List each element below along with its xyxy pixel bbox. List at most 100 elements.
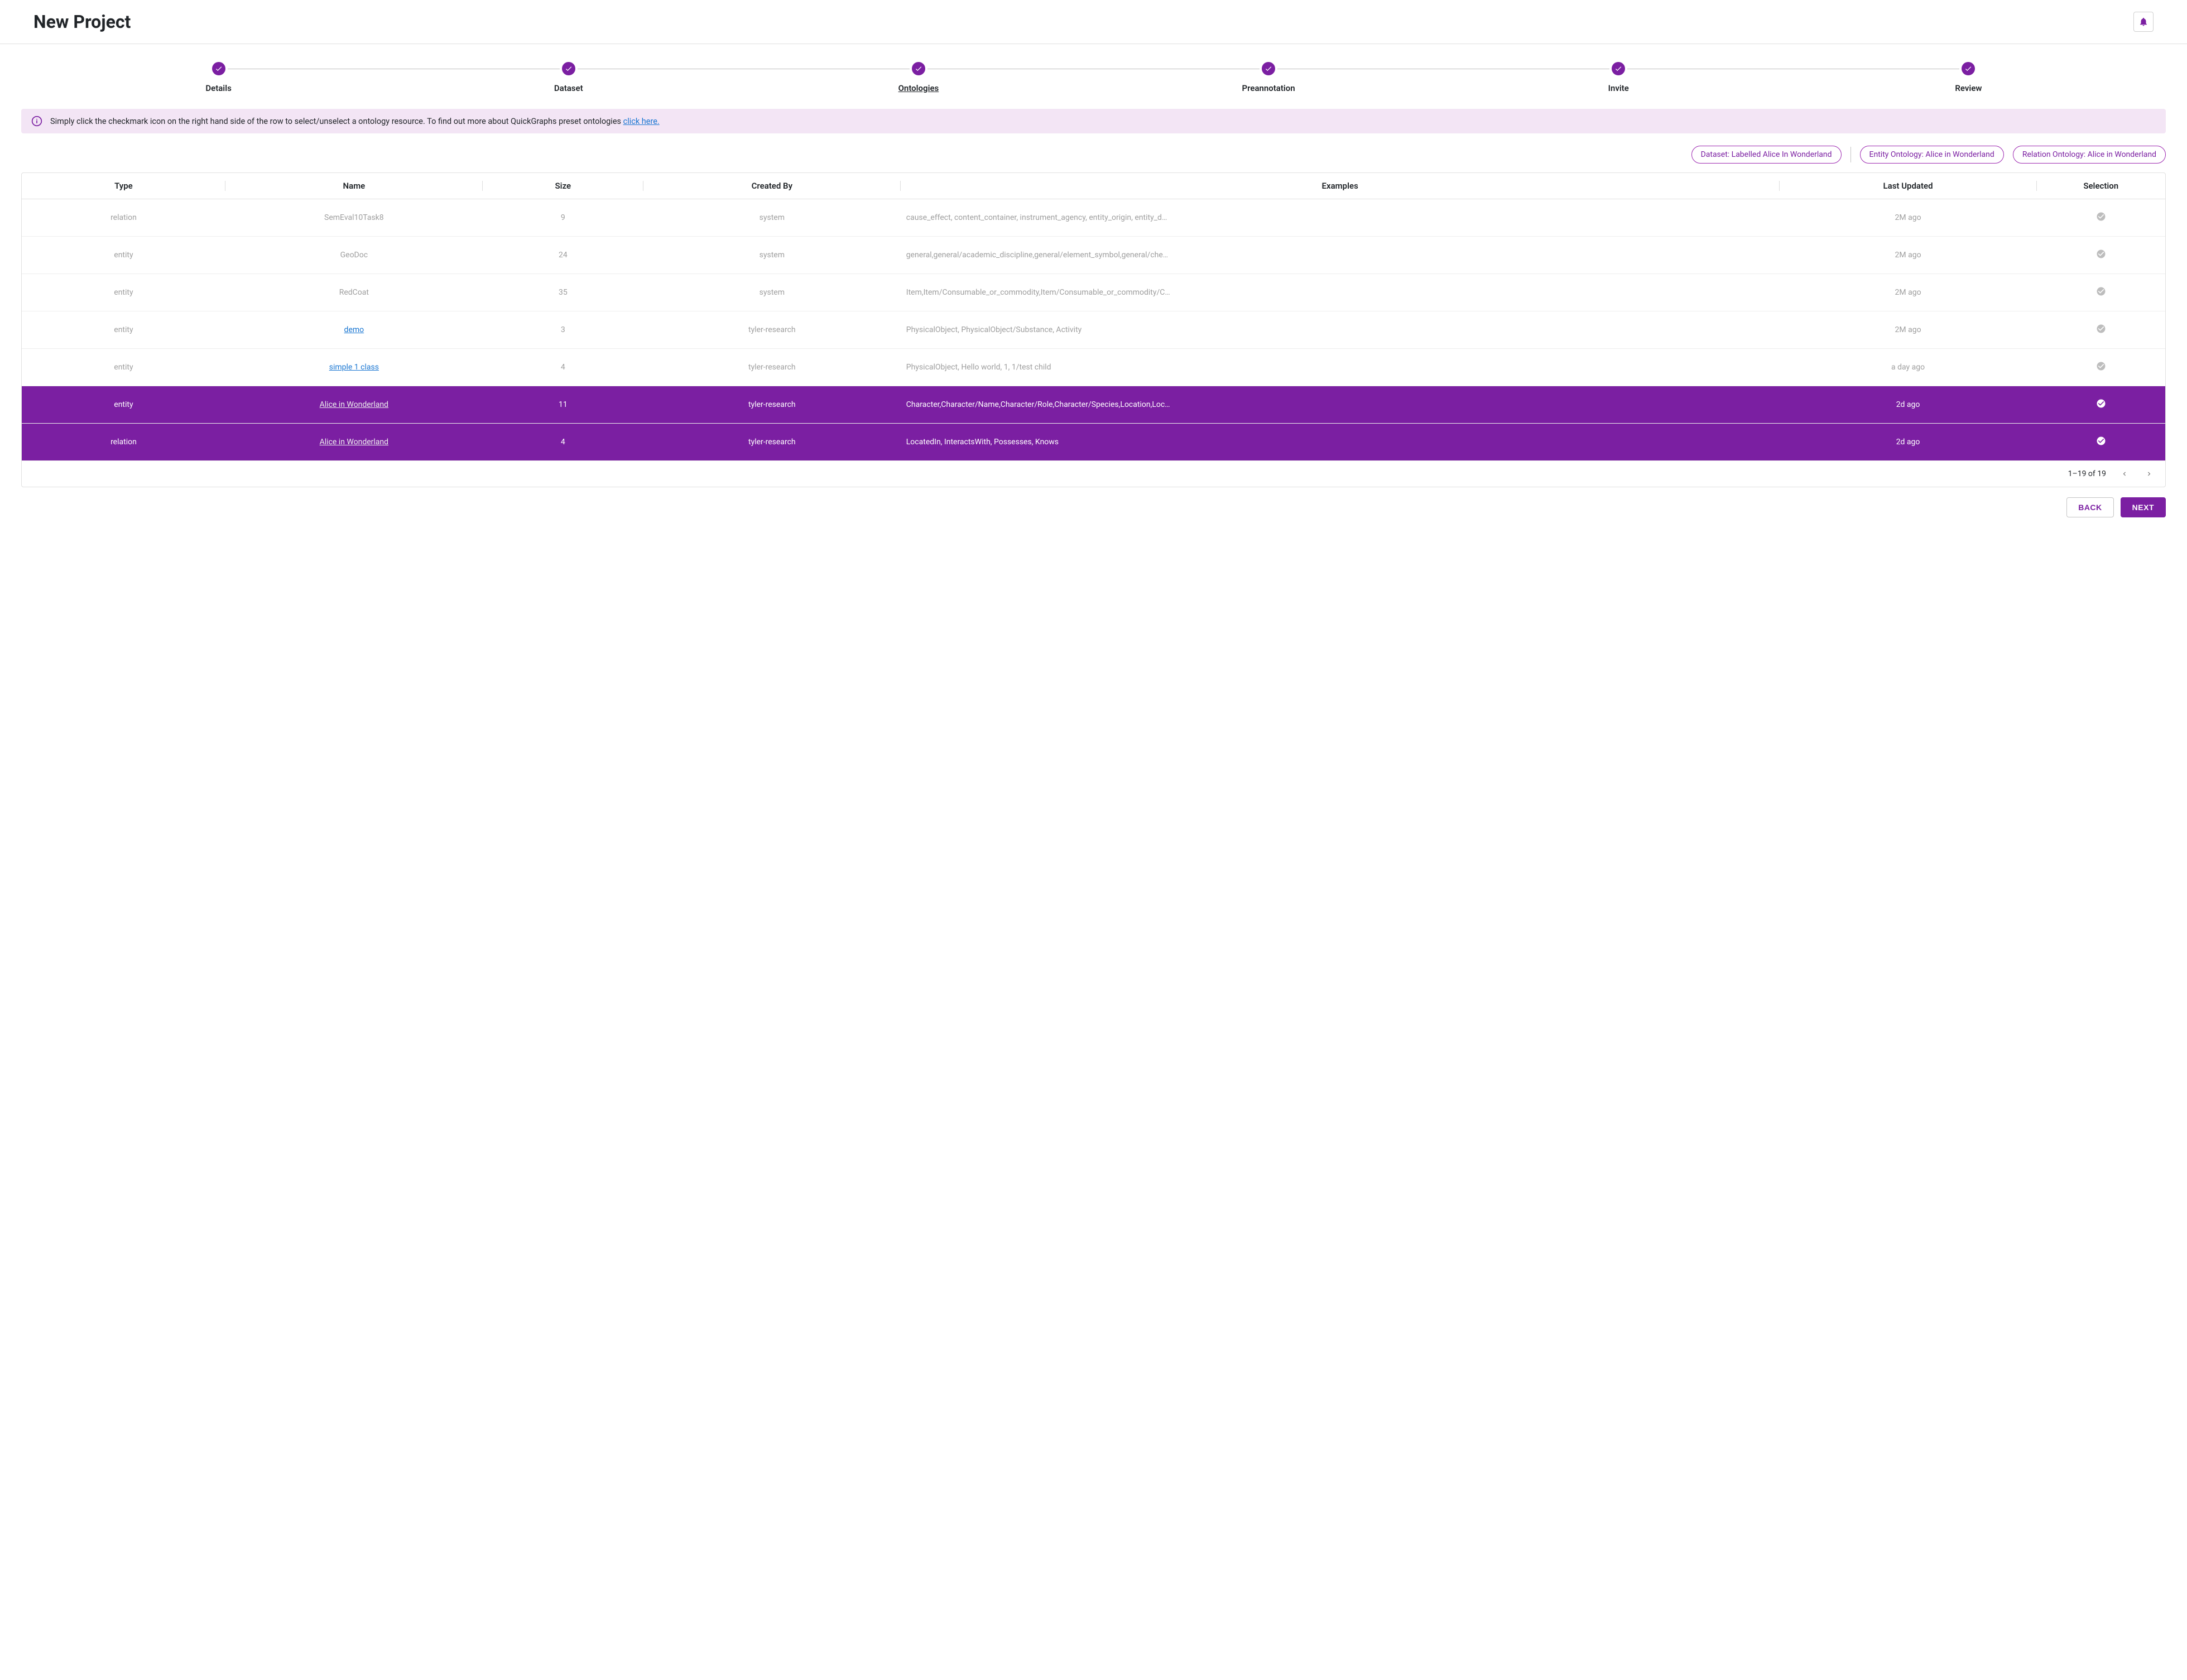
- row-examples: Item,Item/Consumable_or_commodity,Item/C…: [901, 274, 1780, 311]
- chip-relation-ontology[interactable]: Relation Ontology: Alice in Wonderland: [2013, 146, 2166, 164]
- row-name: simple 1 class: [225, 349, 483, 386]
- table-row: relationSemEval10Task89systemcause_effec…: [22, 199, 2165, 237]
- col-examples[interactable]: Examples: [901, 173, 1780, 199]
- bell-icon: [2138, 17, 2148, 27]
- step-details[interactable]: Details: [44, 62, 393, 93]
- row-created-by: system: [643, 274, 901, 311]
- pagination-prev[interactable]: [2118, 468, 2131, 480]
- row-examples: LocatedIn, InteractsWith, Possesses, Kno…: [901, 424, 1780, 461]
- row-selection: [2037, 274, 2166, 311]
- check-icon: [215, 65, 223, 73]
- row-size: 35: [483, 274, 643, 311]
- row-selection: [2037, 386, 2166, 424]
- table-row: relation Alice in Wonderland 4tyler-resear…: [22, 424, 2165, 461]
- select-toggle[interactable]: [2096, 212, 2106, 222]
- info-banner: Simply click the checkmark icon on the r…: [21, 109, 2166, 133]
- row-name-link[interactable]: Alice in Wonderland: [320, 400, 388, 409]
- row-last-updated: 2M ago: [1780, 199, 2037, 237]
- row-name-link[interactable]: Alice in Wonderland: [320, 438, 388, 447]
- chevron-left-icon: [2121, 470, 2128, 478]
- row-type: entity: [22, 386, 225, 424]
- row-examples: Character,Character/Name,Character/Role,…: [901, 386, 1780, 424]
- step-ontologies[interactable]: Ontologies: [743, 62, 1093, 93]
- stepper: Details Dataset Ontologies Preannotation Inv…: [44, 62, 2143, 93]
- next-button[interactable]: NEXT: [2121, 497, 2166, 517]
- col-size[interactable]: Size: [483, 173, 643, 199]
- col-selection[interactable]: Selection: [2037, 173, 2166, 199]
- col-type[interactable]: Type: [22, 173, 225, 199]
- notifications-button[interactable]: [2133, 12, 2154, 32]
- col-created-by[interactable]: Created By: [643, 173, 901, 199]
- check-icon: [565, 65, 573, 73]
- step-circle: [912, 62, 925, 75]
- step-dataset[interactable]: Dataset: [393, 62, 743, 93]
- row-created-by: tyler-research: [643, 424, 901, 461]
- select-toggle[interactable]: [2096, 249, 2106, 259]
- chip-entity-ontology[interactable]: Entity Ontology: Alice in Wonderland: [1860, 146, 2004, 164]
- row-name: demo: [225, 311, 483, 349]
- table-row: entityGeoDoc24systemgeneral,general/acad…: [22, 237, 2165, 274]
- row-created-by: system: [643, 199, 901, 237]
- step-circle: [562, 62, 575, 75]
- row-name: Alice in Wonderland: [225, 386, 483, 424]
- row-name-link[interactable]: demo: [344, 325, 364, 334]
- row-name: GeoDoc: [225, 237, 483, 274]
- row-size: 11: [483, 386, 643, 424]
- row-last-updated: 2d ago: [1780, 386, 2037, 424]
- table-row: entity demo 3tyler-researchPhysicalObject,…: [22, 311, 2165, 349]
- row-selection: [2037, 424, 2166, 461]
- row-created-by: tyler-research: [643, 349, 901, 386]
- info-text: Simply click the checkmark icon on the r…: [50, 117, 623, 126]
- row-size: 24: [483, 237, 643, 274]
- col-name[interactable]: Name: [225, 173, 483, 199]
- step-label: Preannotation: [1242, 83, 1295, 93]
- row-type: relation: [22, 424, 225, 461]
- row-examples: PhysicalObject, Hello world, 1, 1/test c…: [901, 349, 1780, 386]
- row-size: 3: [483, 311, 643, 349]
- page-title: New Project: [33, 11, 131, 32]
- back-button[interactable]: BACK: [2066, 497, 2113, 517]
- ontology-table: Type Name Size Created By Examples Last …: [21, 172, 2166, 487]
- row-name: RedCoat: [225, 274, 483, 311]
- select-toggle[interactable]: [2096, 286, 2106, 296]
- row-created-by: tyler-research: [643, 311, 901, 349]
- row-last-updated: 2d ago: [1780, 424, 2037, 461]
- check-icon: [915, 65, 922, 73]
- table-row: entityAlice in Wonderland11tyler-researc…: [22, 386, 2165, 424]
- check-icon: [1964, 65, 1972, 73]
- select-toggle[interactable]: [2096, 399, 2106, 409]
- row-selection: [2037, 237, 2166, 274]
- info-icon: [31, 116, 42, 127]
- step-label: Dataset: [554, 83, 583, 93]
- row-created-by: system: [643, 237, 901, 274]
- row-type: entity: [22, 311, 225, 349]
- step-label: Details: [205, 83, 231, 93]
- table-row: entityRedCoat35systemItem,Item/Consumabl…: [22, 274, 2165, 311]
- select-toggle[interactable]: [2096, 324, 2106, 334]
- chevron-right-icon: [2145, 470, 2153, 478]
- row-examples: general,general/academic_discipline,gene…: [901, 237, 1780, 274]
- table-footer: 1–19 of 19: [22, 460, 2165, 487]
- step-invite[interactable]: Invite: [1444, 62, 1794, 93]
- row-name: Alice in Wonderland: [225, 424, 483, 461]
- table-row: entitysimple 1 class4tyler-researchPhysi…: [22, 349, 2165, 386]
- row-size: 9: [483, 199, 643, 237]
- check-icon: [1265, 65, 1272, 73]
- step-review[interactable]: Review: [1794, 62, 2143, 93]
- chip-divider: [1850, 147, 1851, 162]
- step-label: Review: [1955, 83, 1982, 93]
- step-preannotation[interactable]: Preannotation: [1094, 62, 1444, 93]
- info-link[interactable]: click here.: [623, 117, 660, 126]
- chip-dataset[interactable]: Dataset: Labelled Alice In Wonderland: [1691, 146, 1842, 164]
- row-last-updated: 2M ago: [1780, 237, 2037, 274]
- pagination-next[interactable]: [2143, 468, 2155, 480]
- step-circle: [1612, 62, 1625, 75]
- row-size: 4: [483, 424, 643, 461]
- select-toggle[interactable]: [2096, 361, 2106, 371]
- col-last-updated[interactable]: Last Updated: [1780, 173, 2037, 199]
- row-type: entity: [22, 274, 225, 311]
- select-toggle[interactable]: [2096, 436, 2106, 446]
- row-name-link[interactable]: simple 1 class: [329, 363, 379, 372]
- row-examples: PhysicalObject, PhysicalObject/Substance…: [901, 311, 1780, 349]
- check-icon: [1614, 65, 1622, 73]
